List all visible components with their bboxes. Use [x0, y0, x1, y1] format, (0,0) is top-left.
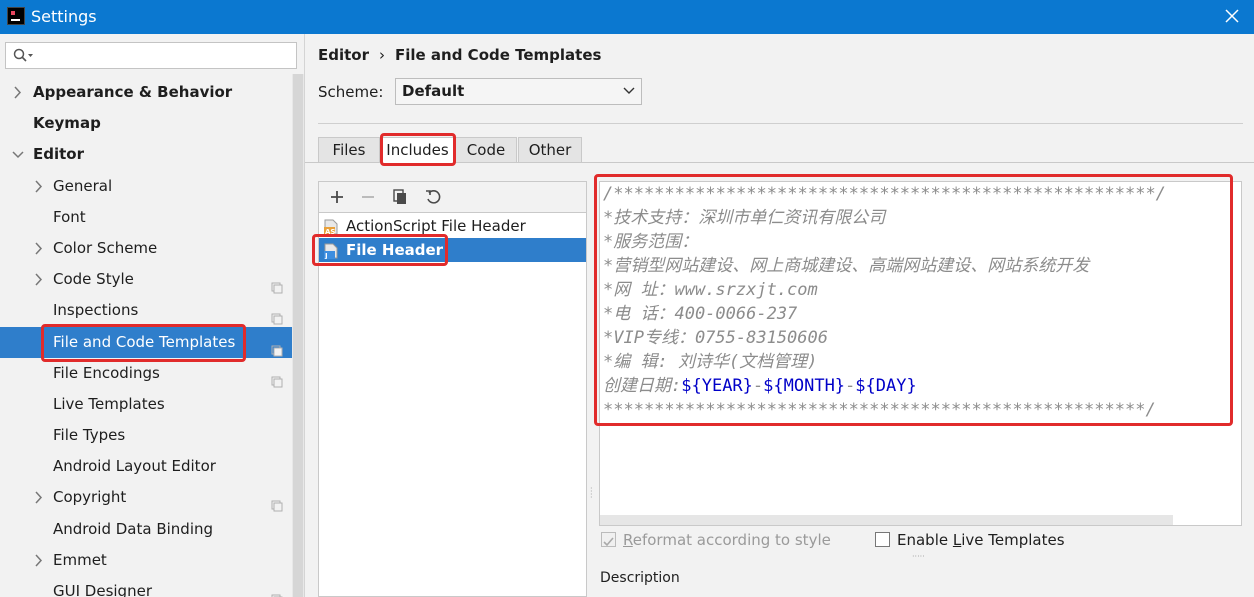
scheme-select[interactable]: Default	[395, 78, 642, 105]
sidebar-item-copyright[interactable]: Copyright	[0, 482, 292, 513]
tab-files[interactable]: Files	[318, 137, 380, 163]
title-bar: Settings	[0, 0, 1254, 34]
sidebar-item-label: Appearance & Behavior	[33, 83, 233, 101]
sidebar-item-editor[interactable]: Editor	[0, 139, 292, 170]
sidebar-item-file-encodings[interactable]: File Encodings	[0, 358, 292, 389]
template-toolbar	[319, 182, 586, 213]
sidebar-item-general[interactable]: General	[0, 171, 292, 202]
scheme-label: Scheme:	[318, 83, 384, 101]
sidebar-item-label: GUI Designer	[53, 582, 152, 597]
project-settings-icon	[271, 586, 283, 597]
chevron-right-icon[interactable]	[32, 482, 46, 513]
chevron-right-icon[interactable]	[32, 233, 46, 264]
tab-code[interactable]: Code	[455, 137, 517, 163]
chevron-right-icon[interactable]	[11, 77, 25, 108]
enable-live-templates-label: Enable Live Templates	[897, 531, 1065, 549]
sidebar-item-label: Live Templates	[53, 394, 165, 413]
sidebar-item-emmet[interactable]: Emmet	[0, 545, 292, 576]
project-settings-icon	[271, 305, 283, 325]
sidebar-item-live-templates[interactable]: Live Templates	[0, 389, 292, 420]
search-icon[interactable]	[13, 48, 35, 64]
breadcrumb-separator: ›	[379, 46, 385, 64]
sidebar-item-keymap[interactable]: Keymap	[0, 108, 292, 139]
sidebar-item-label: General	[53, 176, 113, 195]
highlight-box-tab	[380, 133, 456, 166]
sidebar-item-label: File Types	[53, 426, 126, 445]
chevron-right-icon[interactable]	[32, 171, 46, 202]
window-title: Settings	[31, 7, 97, 26]
chevron-right-icon[interactable]	[32, 264, 46, 295]
sidebar-scrollbar[interactable]	[292, 74, 304, 597]
sidebar-item-android-layout-editor[interactable]: Android Layout Editor	[0, 451, 292, 482]
sidebar-item-file-types[interactable]: File Types	[0, 420, 292, 451]
sidebar-item-label: Android Layout Editor	[53, 457, 216, 476]
project-settings-icon	[271, 368, 283, 388]
project-settings-icon	[271, 492, 283, 512]
highlight-box-tree	[41, 324, 246, 362]
splitter-handle[interactable]: · · · ·	[590, 485, 593, 502]
sidebar-item-label: Font	[53, 207, 86, 226]
breadcrumb-current: File and Code Templates	[395, 46, 602, 64]
sidebar-item-label: Inspections	[53, 301, 139, 320]
highlight-box-list	[312, 234, 448, 266]
chevron-right-icon[interactable]	[32, 545, 46, 576]
intellij-app-icon	[7, 7, 25, 25]
settings-sidebar: Appearance & Behavior Keymap Editor General…	[0, 34, 305, 597]
reformat-checkbox[interactable]	[601, 532, 616, 547]
sidebar-item-label: Keymap	[33, 114, 101, 133]
sidebar-item-color-scheme[interactable]: Color Scheme	[0, 233, 292, 264]
copy-icon[interactable]	[391, 188, 409, 206]
sidebar-item-label: Color Scheme	[53, 238, 158, 257]
editor-hscrollbar[interactable]	[600, 515, 1173, 525]
check-icon	[603, 537, 614, 547]
sidebar-item-label: Editor	[33, 145, 84, 164]
scheme-value: Default	[402, 82, 465, 100]
sidebar-item-label: File Encodings	[53, 363, 160, 382]
sidebar-item-appearance-behavior[interactable]: Appearance & Behavior	[0, 77, 292, 108]
sidebar-item-label: Emmet	[53, 550, 107, 569]
sidebar-item-android-data-binding[interactable]: Android Data Binding	[0, 514, 292, 545]
breadcrumb-parent[interactable]: Editor	[318, 46, 369, 64]
chevron-down-icon[interactable]	[11, 139, 25, 170]
reset-icon[interactable]	[424, 188, 442, 206]
tab-other[interactable]: Other	[518, 137, 582, 163]
sidebar-item-label: Code Style	[53, 270, 134, 289]
project-settings-icon	[271, 274, 283, 294]
add-icon[interactable]	[328, 188, 346, 206]
description-label: Description	[600, 570, 680, 586]
enable-live-templates-checkbox[interactable]	[875, 532, 890, 547]
sidebar-scroll-thumb[interactable]	[293, 74, 303, 597]
sidebar-item-label: Android Data Binding	[53, 519, 214, 538]
splitter-handle-horizontal[interactable]: ·····	[912, 552, 925, 561]
remove-icon[interactable]	[359, 188, 377, 206]
sidebar-item-code-style[interactable]: Code Style	[0, 264, 292, 295]
chevron-down-icon	[623, 87, 635, 94]
divider	[318, 123, 1243, 124]
sidebar-item-label: Copyright	[53, 488, 127, 507]
sidebar-item-inspections[interactable]: Inspections	[0, 295, 292, 326]
actionscript-file-icon: AS	[324, 218, 338, 236]
sidebar-item-gui-designer[interactable]: GUI Designer	[0, 576, 292, 597]
highlight-box-editor	[594, 174, 1233, 426]
project-settings-icon	[271, 337, 283, 356]
reformat-label: Reformat according to style	[623, 531, 831, 549]
sidebar-item-font[interactable]: Font	[0, 202, 292, 233]
settings-search-input[interactable]	[5, 42, 297, 69]
close-icon[interactable]	[1222, 6, 1242, 26]
breadcrumb: Editor › File and Code Templates	[318, 46, 601, 64]
